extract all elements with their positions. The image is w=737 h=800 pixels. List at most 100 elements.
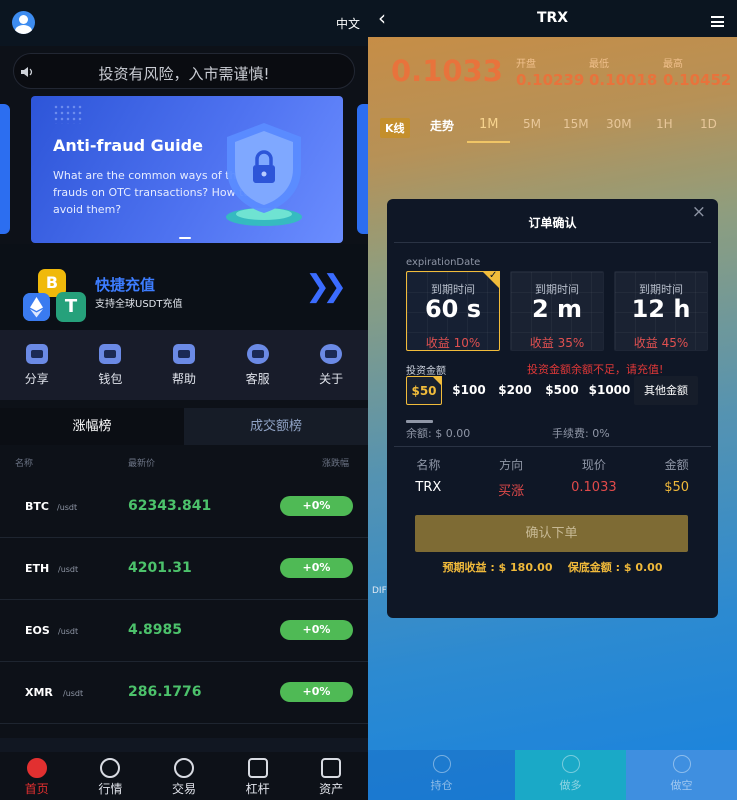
language-switch[interactable]: 中文 (336, 15, 360, 32)
menu-item-help[interactable]: 帮助 (147, 330, 221, 400)
avatar[interactable] (12, 11, 35, 34)
expiration-card-60s[interactable]: 到期时间 60 s 收益 10% (406, 270, 500, 351)
interval-30m[interactable]: 30M (606, 117, 632, 131)
interval-15m[interactable]: 15M (563, 117, 589, 131)
menu-label: 客服 (245, 372, 270, 386)
risk-notice-text: 投资有风险，入市需谨慎! (98, 65, 270, 83)
nav-label: 交易 (171, 782, 196, 796)
amount-option-50[interactable]: $50 (406, 376, 442, 405)
interval-1h[interactable]: 1H (656, 117, 673, 131)
stat-value: 0.10018 (589, 71, 658, 89)
long-icon (561, 755, 580, 773)
amount-option-500[interactable]: $500 (542, 376, 582, 405)
amount-slider[interactable] (406, 420, 433, 423)
quick-recharge[interactable]: B T 快捷充值 支持全球USDT充值 ❯❯ (0, 244, 368, 330)
current-price: 0.1033 (391, 54, 503, 88)
positions-button[interactable]: 持仓 (368, 750, 515, 800)
expiration-label: expirationDate (406, 257, 481, 268)
menu-label: 分享 (24, 372, 49, 386)
menu-label: 帮助 (171, 372, 196, 386)
invest-amount-label: 投资金额 (406, 366, 446, 377)
table-row[interactable]: EOS /usdt 4.8985 +0% (0, 600, 368, 662)
summary-header: 名称 方向 现价 金额 (387, 456, 718, 473)
share-icon (25, 344, 48, 364)
amount-option-100[interactable]: $100 (449, 376, 489, 405)
banner-carousel[interactable]: Anti-fraud Guide What are the common way… (0, 96, 368, 244)
menu-item-wallet[interactable]: 钱包 (74, 330, 148, 400)
other-amount-button[interactable]: 其他金额 (634, 376, 698, 405)
tab-kline[interactable]: K线 (380, 118, 410, 138)
help-icon (172, 344, 195, 364)
nav-label: 首页 (24, 782, 49, 796)
tab-gainers[interactable]: 涨幅榜 (0, 408, 184, 445)
banner-prev-peek (0, 104, 10, 234)
change-badge: +0% (280, 558, 353, 578)
expiration-card-12h[interactable]: 到期时间 12 h 收益 45% (614, 271, 708, 351)
market-quote: /usdt (57, 503, 78, 512)
order-confirm-dialog: 订单确认 × expirationDate 到期时间 60 s 收益 10% 到… (387, 199, 718, 618)
divider (394, 446, 711, 447)
tab-volume[interactable]: 成交额榜 (184, 408, 368, 445)
col-price: 最新价 (128, 459, 156, 469)
action-label: 做空 (670, 779, 693, 792)
quick-recharge-title: 快捷充值 (95, 276, 156, 294)
summary-name: TRX (415, 480, 442, 495)
quick-menu: 分享 钱包 帮助 客服 关于 (0, 330, 368, 400)
market-symbol: XMR (25, 686, 53, 699)
nav-home[interactable]: 首页 (0, 752, 74, 800)
nav-label: 杠杆 (245, 782, 270, 796)
stat-label: 最高 (663, 59, 683, 70)
document-icon (247, 758, 268, 778)
stat-value: 0.10239 (516, 71, 585, 89)
expected-income: 预期收益 : $ 180.00 (442, 561, 553, 574)
menu-item-about[interactable]: 关于 (294, 330, 368, 400)
banner-dots-pattern (53, 104, 83, 124)
market-quote: /usdt (63, 689, 84, 698)
trade-action-bar: 持仓 做多 做空 (368, 750, 737, 800)
carousel-indicator (179, 237, 191, 239)
nav-assets[interactable]: 资产 (294, 752, 368, 800)
market-price: 4201.31 (128, 560, 192, 576)
hamburger-menu-icon[interactable] (711, 16, 724, 27)
menu-item-share[interactable]: 分享 (0, 330, 74, 400)
table-row[interactable]: XMR /usdt 286.1776 +0% (0, 662, 368, 724)
nav-leverage[interactable]: 杠杆 (221, 752, 295, 800)
close-icon[interactable]: × (692, 202, 706, 222)
divider (394, 242, 711, 243)
change-badge: +0% (280, 496, 353, 516)
nav-trade[interactable]: 交易 (147, 752, 221, 800)
market-quote: /usdt (58, 565, 79, 574)
usdt-coin-icon: T (56, 292, 86, 322)
balance-text: 余额: $ 0.00 (406, 427, 471, 440)
card-value: 2 m (531, 295, 583, 323)
card-value: 60 s (424, 295, 482, 323)
banner-anti-fraud[interactable]: Anti-fraud Guide What are the common way… (31, 96, 343, 243)
page-title: TRX (536, 10, 569, 26)
expiration-card-2m[interactable]: 到期时间 2 m 收益 35% (510, 271, 604, 351)
amount-option-200[interactable]: $200 (495, 376, 535, 405)
amount-option-1000[interactable]: $1000 (587, 376, 632, 405)
buy-long-button[interactable]: 做多 (515, 750, 626, 800)
interval-1d[interactable]: 1D (700, 117, 717, 131)
menu-item-support[interactable]: 客服 (221, 330, 295, 400)
confirm-order-button[interactable]: 确认下单 (415, 515, 688, 552)
chart-interval-bar: K线 走势 1M 5M 15M 30M 1H 1D (368, 113, 737, 143)
summary-amount: $50 (664, 480, 690, 495)
col-name: 名称 (15, 459, 34, 469)
market-symbol: EOS (25, 624, 50, 637)
assets-icon (321, 758, 342, 778)
interval-5m[interactable]: 5M (523, 117, 541, 131)
home-screen: 中文 投资有风险，入市需谨慎! Anti-fraud Guide What ar… (0, 0, 368, 800)
stat-value: 0.10452 (663, 71, 732, 89)
nav-market[interactable]: 行情 (74, 752, 148, 800)
card-value: 12 h (631, 295, 691, 323)
table-row[interactable]: ETH /usdt 4201.31 +0% (0, 538, 368, 600)
sell-short-button[interactable]: 做空 (626, 750, 737, 800)
card-income: 收益 45% (633, 336, 689, 350)
tab-trend[interactable]: 走势 (430, 117, 454, 134)
guaranteed-amount: 保底金额 : $ 0.00 (567, 561, 663, 574)
double-chevron-right-icon[interactable]: ❯❯ (305, 269, 347, 304)
stat-label: 开盘 (516, 59, 536, 70)
table-row[interactable]: BTC /usdt 62343.841 +0% (0, 476, 368, 538)
interval-1m[interactable]: 1M (479, 117, 499, 132)
